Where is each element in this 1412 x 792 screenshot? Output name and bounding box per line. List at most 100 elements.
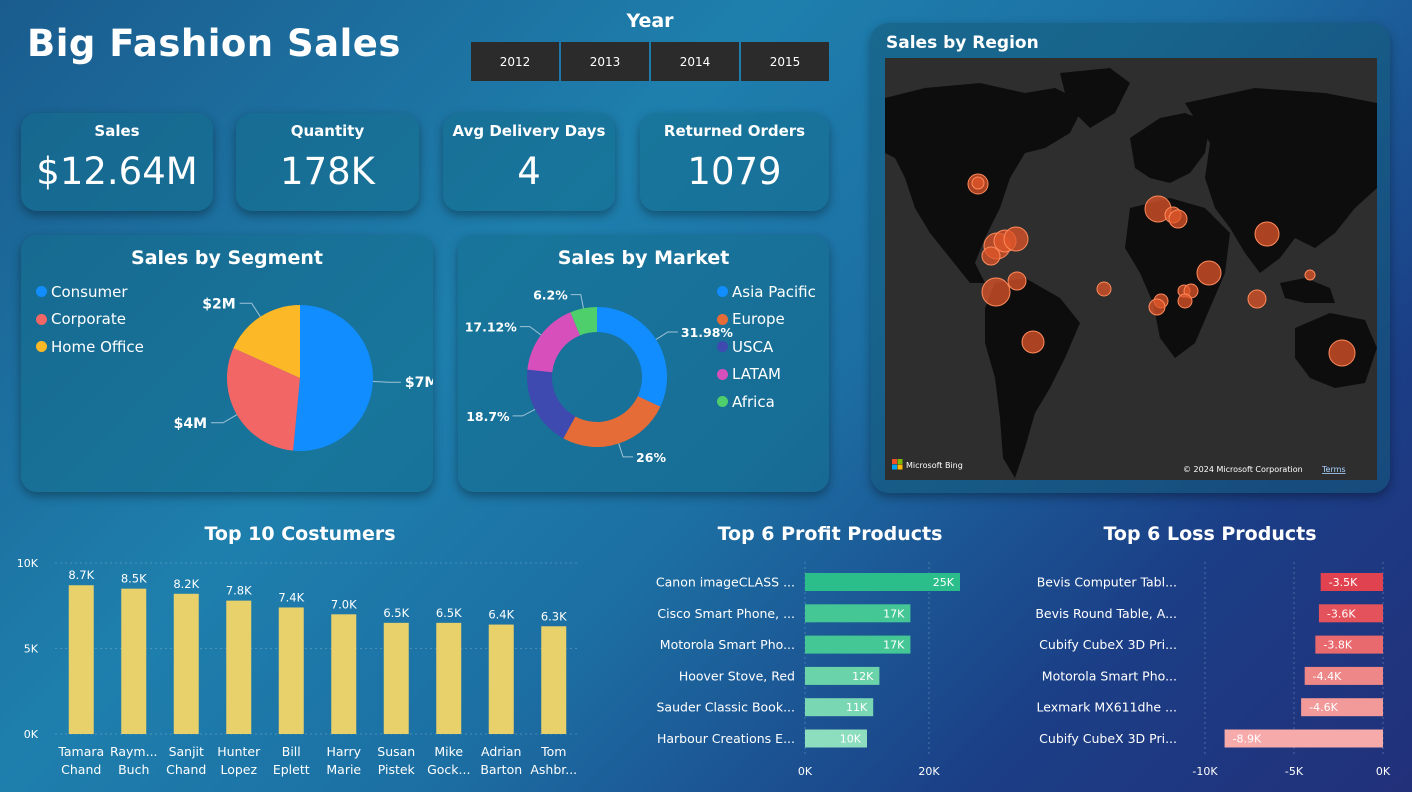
y-tick-label: 10K bbox=[17, 557, 39, 570]
bar-value-label: -3.8K bbox=[1323, 639, 1352, 652]
donut-data-label: 6.2% bbox=[533, 288, 568, 303]
region-map-title: Sales by Region bbox=[886, 33, 1039, 53]
dashboard-title: Big Fashion Sales bbox=[27, 22, 401, 65]
bar-value-label: 7.0K bbox=[331, 597, 357, 611]
bing-logo-icon bbox=[892, 464, 897, 470]
x-category-label: Harry bbox=[326, 744, 361, 759]
kpi-label: Returned Orders bbox=[663, 122, 806, 140]
kpi-card-avg-delivery-days[interactable]: Avg Delivery Days 4 bbox=[443, 113, 615, 211]
x-category-label: Eplett bbox=[273, 762, 310, 777]
bar-value-label: -4.6K bbox=[1309, 701, 1338, 714]
year-button-2013[interactable]: 2013 bbox=[561, 42, 649, 81]
kpi-label: Avg Delivery Days bbox=[452, 122, 606, 140]
map-bubble bbox=[981, 246, 1001, 266]
bar-value-label: 7.4K bbox=[278, 590, 304, 604]
map-bubble bbox=[1328, 339, 1356, 367]
kpi-card-sales[interactable]: Sales $12.64M bbox=[21, 113, 213, 211]
x-category-label: Tamara bbox=[57, 744, 104, 759]
donut-slice bbox=[563, 396, 661, 447]
kpi-value: 178K bbox=[280, 150, 375, 193]
leader-line bbox=[211, 414, 238, 424]
y-tick-label: 5K bbox=[24, 643, 39, 656]
leader-line bbox=[570, 294, 584, 309]
bar-value-label: 6.4K bbox=[488, 608, 514, 622]
donut-slice bbox=[527, 369, 576, 439]
x-category-label: Ashbr... bbox=[530, 762, 577, 777]
y-tick-label: 0K bbox=[24, 728, 39, 741]
y-category-label: Cubify CubeX 3D Pri... bbox=[1039, 731, 1177, 746]
map-bubble bbox=[981, 277, 1011, 307]
x-category-label: Hunter bbox=[217, 744, 261, 759]
bar-value-label: 25K bbox=[933, 576, 955, 589]
world-map[interactable]: Microsoft Bing © 2024 Microsoft Corporat… bbox=[885, 58, 1377, 480]
y-category-label: Bevis Computer Tabl... bbox=[1037, 575, 1177, 590]
x-category-label: Chand bbox=[61, 762, 101, 777]
market-chart-panel[interactable]: Sales by Market Asia Pacific Europe USCA… bbox=[458, 235, 829, 492]
x-category-label: Raym... bbox=[110, 744, 158, 759]
year-button-2015[interactable]: 2015 bbox=[741, 42, 829, 81]
year-filter-label: Year bbox=[626, 10, 674, 32]
map-attribution: Microsoft Bing bbox=[906, 461, 963, 470]
map-copyright: © 2024 Microsoft Corporation bbox=[1183, 465, 1303, 474]
donut-data-label: 18.7% bbox=[466, 409, 510, 424]
customer-bar bbox=[383, 622, 409, 734]
y-category-label: Motorola Smart Pho... bbox=[660, 637, 795, 652]
bing-logo-icon bbox=[892, 459, 897, 464]
bar-value-label: 8.2K bbox=[173, 577, 199, 591]
bar-value-label: 7.8K bbox=[226, 584, 252, 598]
customer-bar bbox=[226, 600, 252, 734]
kpi-card-quantity[interactable]: Quantity 178K bbox=[236, 113, 419, 211]
y-category-label: Cisco Smart Phone, ... bbox=[657, 606, 795, 621]
x-tick-label: 0K bbox=[798, 765, 813, 778]
kpi-value: 1079 bbox=[687, 150, 782, 193]
x-category-label: Lopez bbox=[220, 762, 257, 777]
x-category-label: Pistek bbox=[378, 762, 416, 777]
year-button-2014[interactable]: 2014 bbox=[651, 42, 739, 81]
y-category-label: Cubify CubeX 3D Pri... bbox=[1039, 637, 1177, 652]
x-category-label: Bill bbox=[282, 744, 301, 759]
map-bubble bbox=[1254, 221, 1280, 247]
bar-value-label: 11K bbox=[846, 701, 868, 714]
market-donut-chart: 31.98% 26% 18.7% 17.12% 6.2% bbox=[465, 288, 734, 465]
map-bubble bbox=[971, 176, 985, 190]
x-category-label: Marie bbox=[326, 762, 361, 777]
year-slicer: 2012 2013 2014 2015 bbox=[471, 42, 829, 81]
x-category-label: Gock... bbox=[427, 762, 470, 777]
pie-data-label: $7M bbox=[405, 375, 433, 391]
leader-line bbox=[519, 326, 542, 336]
map-bubble bbox=[1007, 271, 1027, 291]
map-bubble bbox=[1177, 293, 1193, 309]
customer-bar bbox=[488, 624, 514, 734]
segment-chart-panel[interactable]: Sales by Segment Consumer Corporate Home… bbox=[21, 235, 433, 492]
bar-value-label: -8.9K bbox=[1233, 733, 1262, 746]
kpi-label: Sales bbox=[94, 122, 140, 140]
bar-value-label: 8.5K bbox=[121, 572, 147, 586]
bar-value-label: 6.3K bbox=[541, 609, 567, 623]
bar-value-label: 6.5K bbox=[436, 606, 462, 620]
x-tick-label: 0K bbox=[1376, 765, 1391, 778]
customer-bar bbox=[121, 588, 147, 734]
profit-bar-chart: 0K 20K 25K Canon imageCLASS ... 17K Cisco Sma… bbox=[656, 562, 960, 778]
customer-bar bbox=[541, 626, 567, 734]
kpi-card-returned-orders[interactable]: Returned Orders 1079 bbox=[640, 113, 829, 211]
x-tick-label: -10K bbox=[1192, 765, 1218, 778]
bar-value-label: -4.4K bbox=[1313, 670, 1342, 683]
y-category-label: Sauder Classic Book... bbox=[657, 700, 796, 715]
map-terms-link[interactable]: Terms bbox=[1321, 465, 1346, 474]
bar-value-label: 17K bbox=[883, 639, 905, 652]
x-category-label: Adrian bbox=[481, 744, 521, 759]
region-map-panel[interactable]: Sales by Region Microsoft Bing © 2024 Mi… bbox=[871, 23, 1390, 493]
map-bubble bbox=[1168, 209, 1188, 229]
x-category-label: Susan bbox=[377, 744, 415, 759]
customers-bar-chart: 10K 5K 0K 8.7K Tamara Chand 8.5K Raym... Buch 8.2… bbox=[17, 557, 580, 777]
y-category-label: Harbour Creations E... bbox=[657, 731, 795, 746]
y-category-label: Lexmark MX611dhe ... bbox=[1037, 700, 1177, 715]
x-category-label: Chand bbox=[166, 762, 206, 777]
bar-value-label: 12K bbox=[852, 670, 874, 683]
customer-bar bbox=[278, 607, 304, 734]
pie-data-label: $2M bbox=[202, 296, 235, 312]
leader-line bbox=[655, 331, 678, 340]
year-button-2012[interactable]: 2012 bbox=[471, 42, 559, 81]
customer-bar bbox=[173, 593, 199, 734]
customer-bar bbox=[436, 622, 462, 734]
